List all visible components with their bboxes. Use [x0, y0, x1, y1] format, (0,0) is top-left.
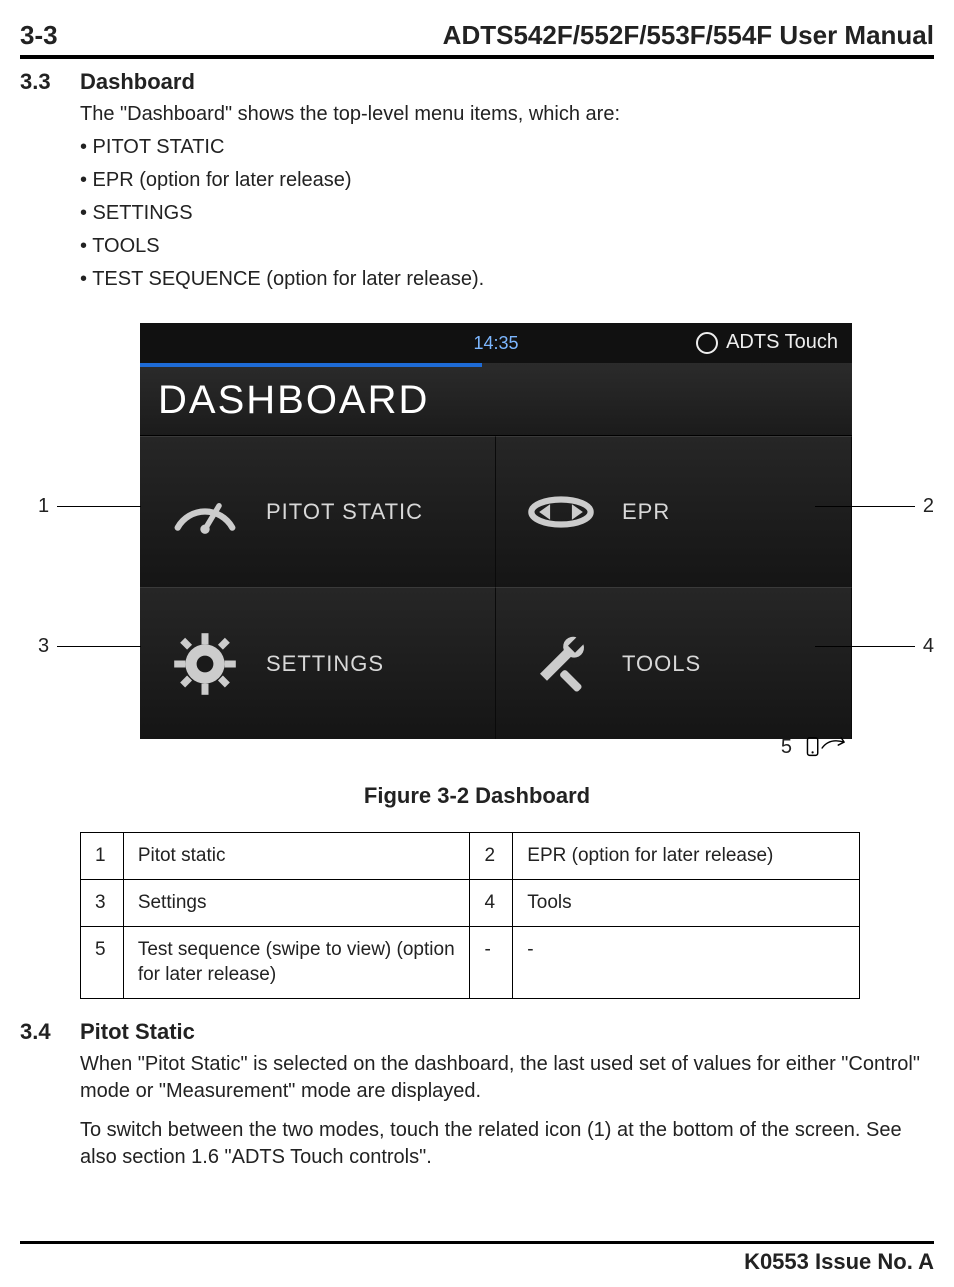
- section-title: Dashboard: [80, 67, 195, 97]
- status-bar: 14:35 ADTS Touch: [140, 323, 852, 363]
- swipe-hand-icon: [806, 733, 850, 763]
- table-row: 5 Test sequence (swipe to view) (option …: [81, 926, 860, 998]
- callout-3: 3: [38, 633, 141, 660]
- bullet-settings: • SETTINGS: [80, 200, 934, 227]
- page-footer: K0553 Issue No. A: [20, 1241, 934, 1277]
- legend-text: Settings: [123, 880, 470, 927]
- issue-number: K0553 Issue No. A: [20, 1247, 934, 1277]
- callout-number: 5: [781, 734, 792, 761]
- callout-2: 2: [815, 493, 934, 520]
- ge-logo-icon: [696, 332, 718, 354]
- section-title: Pitot Static: [80, 1017, 195, 1047]
- bullet-test-sequence: • TEST SEQUENCE (option for later releas…: [80, 266, 934, 293]
- table-row: 3 Settings 4 Tools: [81, 880, 860, 927]
- body-paragraph: When "Pitot Static" is selected on the d…: [80, 1051, 934, 1105]
- figure-3-2: 14:35 ADTS Touch DASHBOARD PITOT STATIC …: [20, 323, 934, 773]
- legend-num: 3: [81, 880, 124, 927]
- tile-label: PITOT STATIC: [266, 497, 423, 527]
- callout-number: 3: [38, 633, 49, 660]
- manual-title: ADTS542F/552F/553F/554F User Manual: [443, 18, 934, 53]
- legend-text: Pitot static: [123, 833, 470, 880]
- callout-number: 2: [923, 493, 934, 520]
- clock: 14:35: [473, 331, 518, 355]
- section-number: 3.3: [20, 67, 80, 97]
- legend-text: EPR (option for later release): [513, 833, 860, 880]
- section-3-3-body: The "Dashboard" shows the top-level menu…: [80, 101, 934, 293]
- screen-title: DASHBOARD: [140, 363, 852, 436]
- section-3-3-heading: 3.3 Dashboard: [20, 67, 934, 97]
- legend-num: 4: [470, 880, 513, 927]
- table-row: 1 Pitot static 2 EPR (option for later r…: [81, 833, 860, 880]
- callout-4: 4: [815, 633, 934, 660]
- adts-touch-device: 14:35 ADTS Touch DASHBOARD PITOT STATIC …: [140, 323, 852, 728]
- epr-icon: [522, 473, 600, 551]
- section-3-4-heading: 3.4 Pitot Static: [20, 1017, 934, 1047]
- tile-label: SETTINGS: [266, 649, 384, 679]
- gear-icon: [166, 625, 244, 703]
- legend-text: Test sequence (swipe to view) (option fo…: [123, 926, 470, 998]
- section-number: 3.4: [20, 1017, 80, 1047]
- legend-text: -: [513, 926, 860, 998]
- page-number: 3-3: [20, 18, 58, 53]
- legend-num: 2: [470, 833, 513, 880]
- intro-text: The "Dashboard" shows the top-level menu…: [80, 101, 934, 128]
- legend-num: -: [470, 926, 513, 998]
- callout-1: 1: [38, 493, 141, 520]
- callout-number: 4: [923, 633, 934, 660]
- legend-text: Tools: [513, 880, 860, 927]
- legend-num: 1: [81, 833, 124, 880]
- figure-legend-table: 1 Pitot static 2 EPR (option for later r…: [80, 832, 860, 999]
- figure-caption: Figure 3-2 Dashboard: [20, 781, 934, 811]
- tile-label: TOOLS: [622, 649, 701, 679]
- tile-pitot-static[interactable]: PITOT STATIC: [140, 436, 496, 588]
- gauge-icon: [166, 473, 244, 551]
- body-paragraph: To switch between the two modes, touch t…: [80, 1117, 934, 1171]
- progress-bar: [140, 363, 482, 367]
- callout-number: 1: [38, 493, 49, 520]
- bullet-tools: • TOOLS: [80, 233, 934, 260]
- page-header: 3-3 ADTS542F/552F/553F/554F User Manual: [20, 18, 934, 59]
- tools-icon: [522, 625, 600, 703]
- tile-label: EPR: [622, 497, 670, 527]
- bullet-pitot: • PITOT STATIC: [80, 134, 934, 161]
- legend-num: 5: [81, 926, 124, 998]
- brand-label: ADTS Touch: [726, 329, 838, 356]
- section-3-4-body: When "Pitot Static" is selected on the d…: [80, 1051, 934, 1171]
- bullet-epr: • EPR (option for later release): [80, 167, 934, 194]
- tile-epr[interactable]: EPR: [496, 436, 852, 588]
- callout-5: 5: [781, 733, 850, 763]
- tile-tools[interactable]: TOOLS: [496, 587, 852, 739]
- tile-settings[interactable]: SETTINGS: [140, 587, 496, 739]
